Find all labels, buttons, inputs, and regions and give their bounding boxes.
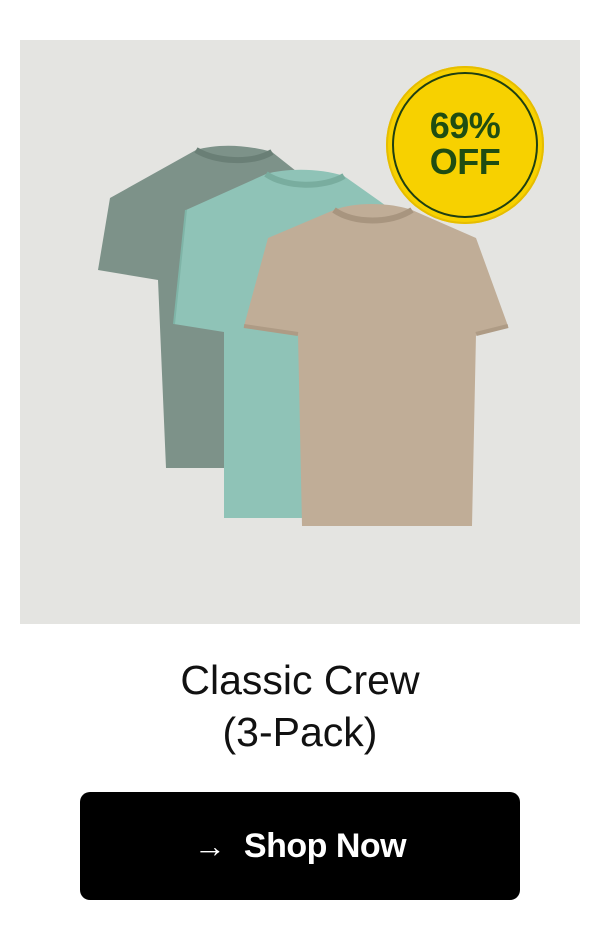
arrow-right-icon: →: [193, 828, 226, 864]
product-title-line1: Classic Crew: [180, 657, 420, 703]
product-title-line2: (3-Pack): [222, 709, 378, 755]
shop-now-label: Shop Now: [243, 826, 407, 865]
discount-badge: 69% OFF: [386, 66, 544, 224]
shop-now-button[interactable]: → Shop Now: [80, 792, 520, 900]
product-title[interactable]: Classic Crew (3-Pack): [0, 654, 600, 758]
discount-off-label: OFF: [429, 141, 501, 182]
product-image[interactable]: 69% OFF: [20, 40, 580, 624]
discount-percent: 69%: [429, 105, 501, 146]
